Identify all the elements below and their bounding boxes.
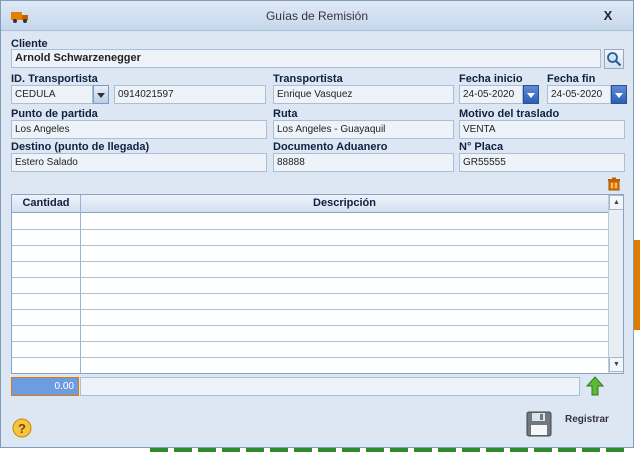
fecha-fin-dropdown-button[interactable] — [611, 85, 627, 104]
magnifier-icon — [607, 52, 622, 67]
table-row[interactable] — [12, 229, 608, 230]
scroll-down-button[interactable]: ▼ — [609, 357, 623, 372]
motivo-label: Motivo del traslado — [459, 108, 560, 120]
punto-partida-field[interactable]: Los Angeles — [11, 120, 267, 139]
search-cliente-button[interactable] — [604, 49, 624, 69]
detalle-table[interactable]: Cantidad Descripción ▲ ▼ — [11, 194, 624, 374]
scroll-up-button[interactable]: ▲ — [609, 195, 623, 210]
guias-remision-dialog: Guías de Remisión X Cliente Arnold Schwa… — [0, 0, 634, 448]
fecha-fin-label: Fecha fin — [547, 73, 596, 85]
fecha-inicio-field[interactable]: 24-05-2020 — [459, 85, 523, 104]
floppy-disk-icon[interactable] — [526, 411, 552, 437]
id-tipo-select[interactable]: CEDULA — [11, 85, 93, 104]
vertical-scrollbar[interactable]: ▲ ▼ — [608, 195, 623, 373]
placa-field[interactable]: GR55555 — [459, 153, 625, 172]
svg-text:?: ? — [18, 421, 26, 436]
register-button-label[interactable]: Registrar — [565, 414, 609, 425]
table-row[interactable] — [12, 341, 608, 342]
total-description-field[interactable] — [80, 377, 580, 396]
punto-partida-label: Punto de partida — [11, 108, 98, 120]
title-bar[interactable]: Guías de Remisión X — [1, 1, 633, 31]
up-arrow-icon[interactable] — [586, 376, 604, 396]
id-tipo-dropdown-button[interactable] — [93, 85, 109, 104]
trash-icon[interactable] — [607, 177, 621, 191]
ruta-field[interactable]: Los Angeles - Guayaquil — [273, 120, 454, 139]
documento-aduanero-field[interactable]: 88888 — [273, 153, 454, 172]
cliente-field[interactable]: Arnold Schwarzenegger — [11, 49, 601, 68]
table-row[interactable] — [12, 245, 608, 246]
id-transportista-label: ID. Transportista — [11, 73, 98, 85]
table-header: Cantidad Descripción — [12, 195, 608, 213]
table-row[interactable] — [12, 325, 608, 326]
window-title: Guías de Remisión — [265, 9, 369, 23]
id-numero-field[interactable]: 0914021597 — [114, 85, 266, 104]
table-row[interactable] — [12, 277, 608, 278]
placa-label: N° Placa — [459, 141, 504, 153]
fecha-fin-field[interactable]: 24-05-2020 — [547, 85, 611, 104]
total-field[interactable]: 0.00 — [11, 377, 79, 396]
close-button[interactable]: X — [599, 7, 617, 25]
table-row[interactable] — [12, 309, 608, 310]
fecha-inicio-dropdown-button[interactable] — [523, 85, 539, 104]
ruta-label: Ruta — [273, 108, 298, 120]
background-accent — [634, 240, 640, 330]
table-row[interactable] — [12, 357, 608, 358]
motivo-field[interactable]: VENTA — [459, 120, 625, 139]
column-header-descripcion[interactable]: Descripción — [81, 197, 608, 209]
transportista-label: Transportista — [273, 73, 343, 85]
transportista-field[interactable]: Enrique Vasquez — [273, 85, 454, 104]
column-header-cantidad[interactable]: Cantidad — [12, 197, 80, 209]
documento-aduanero-label: Documento Aduanero — [273, 141, 388, 153]
destino-label: Destino (punto de llegada) — [11, 141, 150, 153]
help-icon[interactable]: ? — [12, 418, 32, 438]
destino-field[interactable]: Estero Salado — [11, 153, 267, 172]
table-row[interactable] — [12, 261, 608, 262]
fecha-inicio-label: Fecha inicio — [459, 73, 523, 85]
column-divider — [80, 195, 81, 373]
table-row[interactable] — [12, 293, 608, 294]
